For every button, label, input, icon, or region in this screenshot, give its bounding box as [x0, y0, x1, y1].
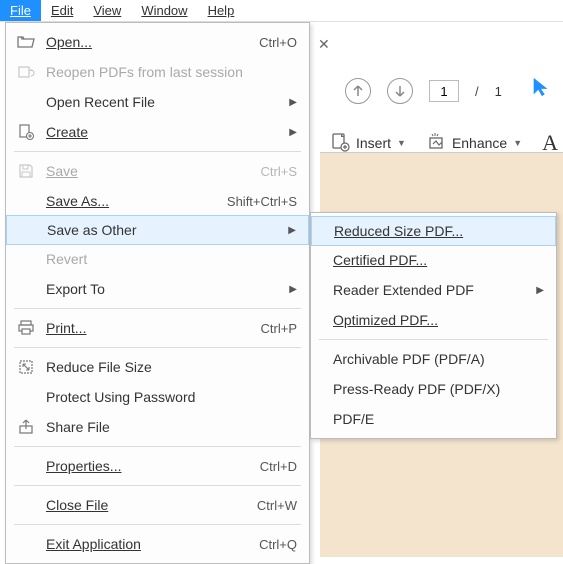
submenu-archivable-pdf[interactable]: Archivable PDF (PDF/A) — [311, 344, 556, 374]
tab-close-icon[interactable]: ✕ — [318, 36, 330, 53]
menu-file[interactable]: File — [0, 0, 41, 21]
submenu-reader-extended-pdf[interactable]: Reader Extended PDF ▶ — [311, 275, 556, 305]
menu-separator — [14, 485, 301, 486]
share-icon — [12, 416, 40, 438]
menu-separator — [14, 308, 301, 309]
menu-reduce-file-size[interactable]: Reduce File Size — [6, 352, 309, 382]
caret-down-icon: ▼ — [397, 138, 406, 148]
menubar: File Edit View Window Help — [0, 0, 563, 22]
menu-revert: Revert — [6, 244, 309, 274]
menu-create[interactable]: Create ▶ — [6, 117, 309, 147]
page-total: 1 — [495, 84, 502, 99]
create-icon — [12, 121, 40, 143]
submenu-arrow-icon: ▶ — [536, 285, 544, 296]
submenu-press-ready-pdf[interactable]: Press-Ready PDF (PDF/X) — [311, 374, 556, 404]
page-navigation: / 1 — [345, 78, 502, 104]
menu-separator — [14, 151, 301, 152]
reduce-size-icon — [12, 356, 40, 378]
caret-down-icon: ▼ — [513, 138, 522, 148]
menu-protect-password[interactable]: Protect Using Password — [6, 382, 309, 412]
menu-close-file[interactable]: Close File Ctrl+W — [6, 490, 309, 520]
page-up-button[interactable] — [345, 78, 371, 104]
file-menu: Open... Ctrl+O Reopen PDFs from last ses… — [5, 22, 310, 564]
menu-window[interactable]: Window — [131, 0, 197, 21]
save-icon — [12, 160, 40, 182]
menu-print[interactable]: Print... Ctrl+P — [6, 313, 309, 343]
reopen-icon — [12, 61, 40, 83]
menu-save-as[interactable]: Save As... Shift+Ctrl+S — [6, 186, 309, 216]
page-separator: / — [475, 84, 479, 99]
menu-save: Save Ctrl+S — [6, 156, 309, 186]
submenu-arrow-icon: ▶ — [289, 97, 297, 108]
save-as-other-submenu: Reduced Size PDF... Certified PDF... Rea… — [310, 212, 557, 439]
menu-edit[interactable]: Edit — [41, 0, 83, 21]
page-number-input[interactable] — [429, 80, 459, 102]
selection-tool-icon[interactable] — [530, 76, 552, 101]
menu-open[interactable]: Open... Ctrl+O — [6, 27, 309, 57]
menu-share-file[interactable]: Share File — [6, 412, 309, 442]
menu-save-as-other[interactable]: Save as Other ▶ — [6, 215, 309, 245]
page-down-button[interactable] — [387, 78, 413, 104]
menu-properties[interactable]: Properties... Ctrl+D — [6, 451, 309, 481]
print-icon — [12, 317, 40, 339]
menu-open-recent[interactable]: Open Recent File ▶ — [6, 87, 309, 117]
folder-open-icon — [12, 31, 40, 53]
menu-export-to[interactable]: Export To ▶ — [6, 274, 309, 304]
menu-view[interactable]: View — [83, 0, 131, 21]
submenu-certified-pdf[interactable]: Certified PDF... — [311, 245, 556, 275]
menu-separator — [319, 339, 548, 340]
submenu-pdf-e[interactable]: PDF/E — [311, 404, 556, 434]
menu-separator — [14, 446, 301, 447]
submenu-arrow-icon: ▶ — [289, 284, 297, 295]
submenu-optimized-pdf[interactable]: Optimized PDF... — [311, 305, 556, 335]
menu-separator — [14, 347, 301, 348]
menu-exit-application[interactable]: Exit Application Ctrl+Q — [6, 529, 309, 559]
submenu-arrow-icon: ▶ — [288, 225, 296, 236]
submenu-arrow-icon: ▶ — [289, 127, 297, 138]
menu-help[interactable]: Help — [198, 0, 245, 21]
menu-reopen: Reopen PDFs from last session — [6, 57, 309, 87]
menu-separator — [14, 524, 301, 525]
submenu-reduced-size-pdf[interactable]: Reduced Size PDF... — [311, 216, 556, 246]
